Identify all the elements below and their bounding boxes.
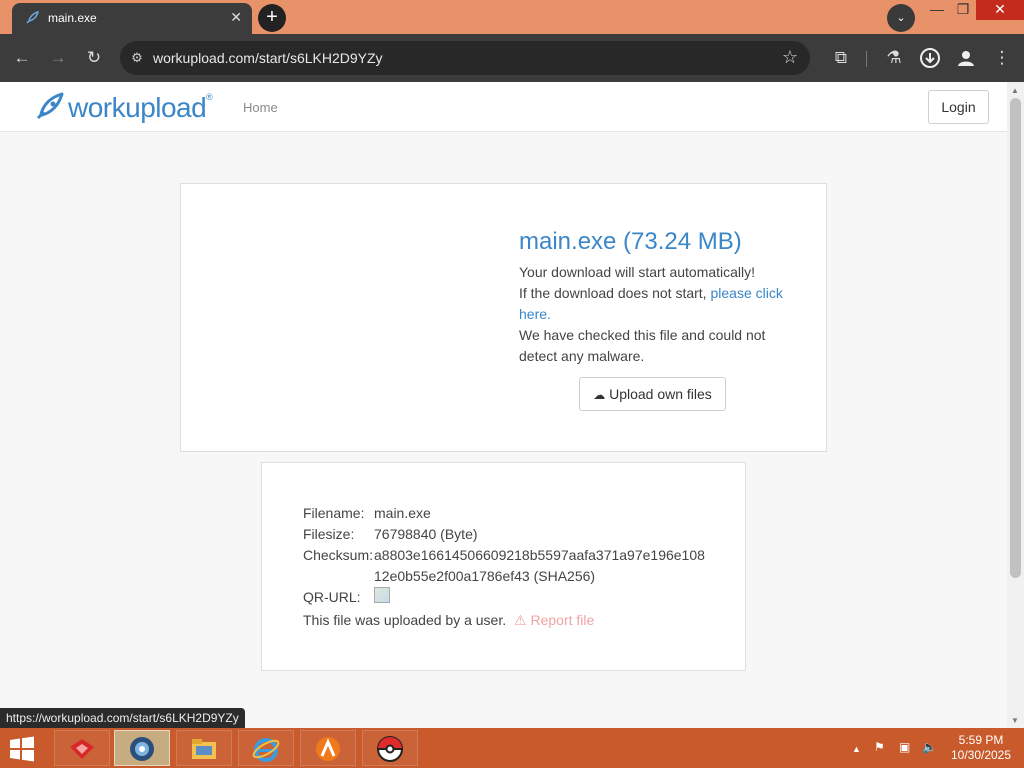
- report-file-link[interactable]: ⚠ Report file: [514, 612, 594, 628]
- volume-muted-icon[interactable]: 🔈: [922, 740, 937, 754]
- profile-icon[interactable]: [954, 46, 978, 70]
- file-title: main.exe (73.24 MB): [519, 228, 742, 255]
- checksum-value-line1: a8803e16614506609218b5597aafa371a97e196e…: [374, 547, 705, 563]
- filesize-label: Filesize:: [303, 526, 355, 542]
- checksum-label: Checksum:: [303, 547, 374, 563]
- back-icon[interactable]: ←: [10, 46, 34, 70]
- site-logo[interactable]: workupload ®: [32, 90, 213, 124]
- scroll-thumb[interactable]: [1010, 98, 1021, 578]
- uploaded-by-text: This file was uploaded by a user. ⚠ Repo…: [303, 612, 594, 629]
- star-icon[interactable]: ☆: [782, 47, 798, 68]
- network-icon[interactable]: ▣: [899, 740, 910, 754]
- filename-label: Filename:: [303, 505, 365, 521]
- ie-icon[interactable]: [238, 730, 294, 766]
- chevron-down-icon[interactable]: ⌄: [887, 4, 915, 32]
- manual-download-text: If the download does not start, please c…: [519, 283, 794, 325]
- windows-taskbar: ▲ ⚑ ▣ 🔈 5:59 PM 10/30/2025: [0, 728, 1024, 768]
- download-card: main.exe (73.24 MB) Your download will s…: [180, 183, 827, 452]
- page-scrollbar[interactable]: ▲ ▼: [1007, 82, 1024, 728]
- clock-date: 10/30/2025: [950, 748, 1012, 762]
- extensions-icon[interactable]: ⧉: [829, 46, 853, 70]
- login-button[interactable]: Login: [928, 90, 989, 124]
- site-info-icon[interactable]: ⚙: [128, 50, 146, 66]
- url-text[interactable]: workupload.com/start/s6LKH2D9YZy: [153, 50, 383, 66]
- tray-expand-icon[interactable]: ▲: [852, 744, 861, 754]
- labs-icon[interactable]: ⚗: [882, 46, 906, 70]
- logo-text: workupload: [68, 92, 207, 123]
- plus-icon[interactable]: +: [258, 4, 286, 32]
- clock-time: 5:59 PM: [958, 733, 1004, 747]
- folder-icon[interactable]: [176, 730, 232, 766]
- close-icon[interactable]: ✕: [230, 9, 242, 26]
- qr-code-image: [374, 587, 390, 603]
- windows-start-icon[interactable]: [6, 736, 38, 762]
- download-icon[interactable]: [918, 46, 942, 70]
- nav-home-link[interactable]: Home: [243, 100, 278, 115]
- qr-url-label: QR-URL:: [303, 589, 361, 605]
- rocket-icon: [36, 92, 64, 120]
- restore-button[interactable]: ❐: [948, 0, 978, 20]
- action-center-flag-icon[interactable]: ⚑: [874, 740, 885, 754]
- taskbar-clock[interactable]: 5:59 PM 10/30/2025: [946, 733, 1016, 763]
- taskbar-app-orange-icon[interactable]: [300, 730, 356, 766]
- tab-strip: main.exe ✕ + ⌄ — ❐ ✕: [0, 0, 1024, 34]
- report-file-label: Report file: [530, 612, 595, 628]
- scroll-down-icon[interactable]: ▼: [1011, 716, 1019, 725]
- uploaded-by-label: This file was uploaded by a user.: [303, 612, 507, 628]
- warning-icon: ⚠: [514, 612, 527, 628]
- malware-check-text: We have checked this file and could not …: [519, 327, 766, 364]
- tab-title: main.exe: [48, 11, 97, 25]
- scroll-up-icon[interactable]: ▲: [1011, 86, 1019, 95]
- pokeball-icon[interactable]: [362, 730, 418, 766]
- menu-icon[interactable]: ⋮: [990, 46, 1014, 70]
- taskbar-app-browser-icon[interactable]: [114, 730, 170, 766]
- forward-icon[interactable]: →: [46, 46, 70, 70]
- reload-icon[interactable]: ↻: [82, 46, 106, 70]
- file-info-card: Filename: main.exe Filesize: 76798840 (B…: [261, 462, 746, 671]
- logo-registered: ®: [206, 92, 213, 102]
- address-bar[interactable]: ⚙ workupload.com/start/s6LKH2D9YZy ☆: [120, 41, 810, 75]
- cloud-upload-icon: ☁: [593, 388, 606, 402]
- filename-value: main.exe: [374, 505, 431, 521]
- taskbar-app-red-icon[interactable]: [54, 730, 110, 766]
- filesize-value: 76798840 (Byte): [374, 526, 478, 542]
- window-close-button[interactable]: ✕: [976, 0, 1024, 20]
- browser-tab[interactable]: main.exe ✕: [12, 3, 252, 34]
- page-content: workupload ® Home Login main.exe (73.24 …: [0, 82, 1007, 728]
- checksum-value-line2: 12e0b55e2f00a1786ef43 (SHA256): [374, 568, 596, 584]
- site-navbar: workupload ® Home Login: [0, 82, 1007, 132]
- browser-toolbar: ← → ↻ ⚙ workupload.com/start/s6LKH2D9YZy…: [0, 34, 1024, 82]
- auto-download-text: Your download will start automatically!: [519, 264, 756, 280]
- manual-download-prefix: If the download does not start,: [519, 285, 711, 301]
- rocket-icon: [26, 10, 40, 24]
- upload-own-files-button[interactable]: ☁ Upload own files: [579, 377, 726, 411]
- toolbar-divider: [866, 51, 867, 67]
- link-status-bubble: https://workupload.com/start/s6LKH2D9YZy: [0, 708, 245, 728]
- upload-button-label: Upload own files: [609, 386, 712, 402]
